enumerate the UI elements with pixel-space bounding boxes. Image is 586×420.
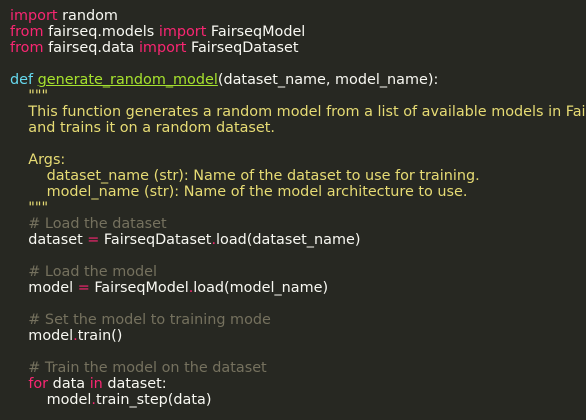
code-line: and trains it on a random dataset.: [10, 120, 586, 136]
code-line: Args:: [10, 152, 586, 168]
code-token: fairseq.data: [43, 40, 139, 56]
code-block[interactable]: import random from fairseq.models import …: [10, 8, 586, 408]
code-line: dataset_name (str): Name of the dataset …: [10, 168, 586, 184]
code-token: data: [48, 376, 90, 392]
code-string: """: [10, 200, 49, 216]
code-token: dataset: [10, 232, 88, 248]
code-token: model: [10, 280, 78, 296]
code-line: model.train_step(data): [10, 392, 586, 408]
code-token: (dataset_name, model_name):: [217, 72, 439, 88]
code-token: dataset:: [102, 376, 167, 392]
code-token: model: [10, 392, 92, 408]
code-string: dataset_name (str): Name of the dataset …: [10, 168, 480, 184]
code-keyword: from: [10, 24, 44, 40]
code-line: for data in dataset:: [10, 376, 586, 392]
code-line: def generate_random_model(dataset_name, …: [10, 72, 586, 88]
function-name: generate_random_model: [37, 72, 218, 88]
code-string: Args:: [10, 152, 66, 168]
code-token: model: [10, 328, 74, 344]
code-line: # Train the model on the dataset: [10, 360, 586, 376]
code-token: FairseqModel: [89, 280, 189, 296]
code-token: FairseqDataset: [186, 40, 299, 56]
code-comment: # Load the dataset: [10, 216, 167, 232]
code-line: This function generates a random model f…: [10, 104, 586, 120]
code-token: fairseq.models: [43, 24, 159, 40]
code-token: train_step(data): [95, 392, 212, 408]
code-token: load(model_name): [193, 280, 329, 296]
code-token: FairseqDataset: [99, 232, 212, 248]
code-string: """: [10, 88, 49, 104]
code-keyword: import: [138, 40, 187, 56]
code-editor[interactable]: import random from fairseq.models import …: [0, 0, 586, 420]
code-line: model.train(): [10, 328, 586, 344]
code-line: dataset = FairseqDataset.load(dataset_na…: [10, 232, 586, 248]
code-keyword: for: [28, 376, 49, 392]
code-line: from fairseq.models import FairseqModel: [10, 24, 586, 40]
code-token: train(): [77, 328, 123, 344]
code-token: =: [77, 280, 90, 296]
code-line: # Set the model to training mode: [10, 312, 586, 328]
code-comment: # Train the model on the dataset: [10, 360, 267, 376]
code-keyword: from: [10, 40, 44, 56]
code-keyword: import: [158, 24, 207, 40]
code-keyword: in: [89, 376, 103, 392]
code-token: =: [87, 232, 100, 248]
code-token: random: [57, 8, 118, 24]
code-string: This function generates a random model f…: [10, 104, 586, 120]
code-line: """: [10, 88, 586, 104]
code-line: import random: [10, 8, 586, 24]
code-line: from fairseq.data import FairseqDataset: [10, 40, 586, 56]
code-string: and trains it on a random dataset.: [10, 120, 275, 136]
code-comment: # Load the model: [10, 264, 158, 280]
code-keyword: import: [10, 8, 58, 24]
code-comment: # Set the model to training mode: [10, 312, 271, 328]
code-string: model_name (str): Name of the model arch…: [10, 184, 468, 200]
code-line: # Load the model: [10, 264, 586, 280]
code-line: model = FairseqModel.load(model_name): [10, 280, 586, 296]
code-token: load(dataset_name): [216, 232, 361, 248]
code-token: FairseqModel: [206, 24, 306, 40]
code-line: """: [10, 200, 586, 216]
code-keyword: def: [10, 72, 34, 88]
code-line: model_name (str): Name of the model arch…: [10, 184, 586, 200]
code-line: # Load the dataset: [10, 216, 586, 232]
